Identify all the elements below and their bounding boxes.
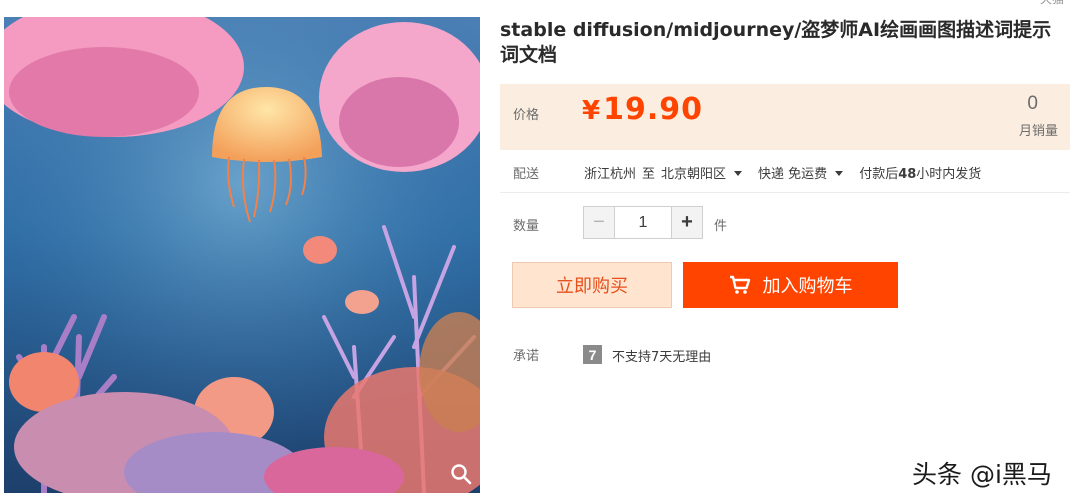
price-panel: 价格 ¥19.90 0 月销量 [500,84,1070,150]
quantity-stepper: − 1 + [583,206,703,239]
delivery-method: 快递 免运费 [758,167,828,182]
cart-icon [729,275,750,294]
delivery-info: 浙江杭州至北京朝阳区 快递 免运费 付款后48小时内发货 [584,163,987,182]
promise-label: 承诺 [513,349,540,364]
cropped-top-text: 天猫 [1040,0,1064,7]
to-word: 至 [642,167,656,182]
delivery-row: 配送 浙江杭州至北京朝阳区 快递 免运费 付款后48小时内发货 [500,160,1070,193]
ship-time-suffix: 小时内发货 [916,167,982,182]
quantity-unit: 件 [714,219,728,234]
add-to-cart-label: 加入购物车 [762,276,853,297]
quantity-label: 数量 [513,219,540,234]
ship-from: 浙江杭州 [584,167,637,182]
delivery-label: 配送 [513,167,540,182]
ship-to-selector[interactable]: 北京朝阳区 [661,167,752,182]
jellyfish-illustration [4,17,480,493]
increase-quantity-button[interactable]: + [672,207,702,238]
ship-time: 付款后48小时内发货 [859,167,981,182]
zoom-icon[interactable] [450,463,472,485]
price-label: 价格 [513,108,540,123]
currency-symbol: ¥ [582,96,602,126]
delivery-method-selector[interactable]: 快递 免运费 [758,167,853,182]
price-value: ¥19.90 [582,92,703,127]
quantity-input[interactable]: 1 [614,207,672,238]
product-title: stable diffusion/midjourney/盗梦师AI绘画画图描述词… [500,19,1052,66]
monthly-sales-count: 0 [1027,93,1038,114]
chevron-down-icon [734,171,743,176]
chevron-down-icon [835,171,844,176]
price-amount: 19.90 [603,92,703,127]
buy-now-button[interactable]: 立即购买 [512,262,672,308]
quantity-row: 数量 − 1 + 件 [500,206,1070,240]
product-main-image[interactable] [4,17,480,493]
promise-text: 不支持7天无理由 [612,350,712,365]
watermark: 头条 @i黑马 [912,460,1052,489]
ship-to: 北京朝阳区 [661,167,727,182]
ship-time-prefix: 付款后 [859,167,899,182]
ship-time-hours: 48 [898,167,917,182]
promise-row: 承诺 7 不支持7天无理由 [500,343,1070,365]
seven-day-badge-icon: 7 [583,345,602,364]
decrease-quantity-button[interactable]: − [584,207,614,238]
add-to-cart-button[interactable]: 加入购物车 [683,262,898,308]
monthly-sales-label: 月销量 [1018,124,1058,139]
